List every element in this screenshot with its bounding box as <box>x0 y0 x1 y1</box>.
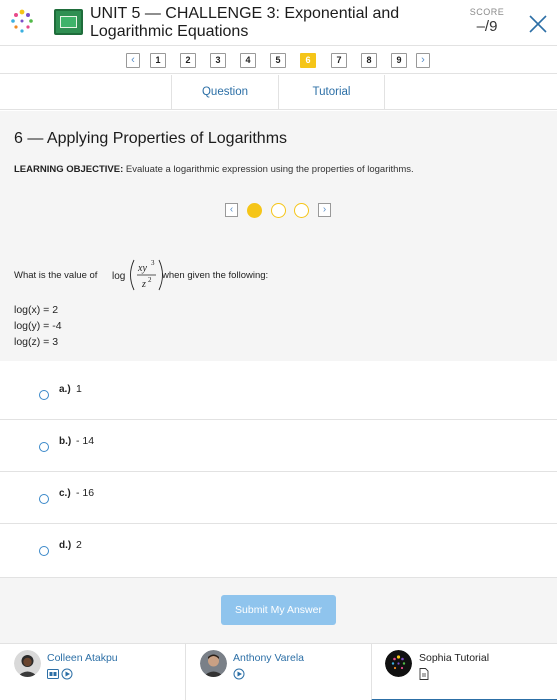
radio-b[interactable] <box>39 442 49 452</box>
given-log-y: log(y) = -4 <box>14 320 62 332</box>
prev-question-button[interactable]: ‹ <box>225 203 238 217</box>
avatar <box>200 650 227 677</box>
next-page-button[interactable]: › <box>416 53 430 68</box>
question-page-nav: ‹ 1 2 3 4 5 6 7 8 9 › <box>0 46 557 74</box>
unit-thumbnail <box>54 9 83 35</box>
question-dot-1[interactable] <box>247 203 262 218</box>
close-icon[interactable] <box>524 10 552 38</box>
play-icon <box>233 668 245 680</box>
tab-tutorial[interactable]: Tutorial <box>278 75 385 110</box>
radio-c[interactable] <box>39 494 49 504</box>
captions-play-icons <box>47 668 73 680</box>
prev-page-button[interactable]: ‹ <box>126 53 140 68</box>
tutor-colleen-atakpu[interactable]: Colleen Atakpu <box>0 644 185 700</box>
answer-option-b[interactable]: b.) - 14 <box>0 420 557 472</box>
tab-question[interactable]: Question <box>171 75 278 110</box>
denominator-exponent: 2 <box>148 276 152 284</box>
denominator-base: z <box>141 279 146 290</box>
numerator-base: xy <box>137 263 147 274</box>
log-function: log <box>112 271 125 282</box>
tutor-anthony-varela[interactable]: Anthony Varela <box>185 644 371 700</box>
sophia-avatar-icon <box>385 650 412 677</box>
answer-option-a[interactable]: a.) 1 <box>0 368 557 420</box>
avatar <box>14 650 41 677</box>
next-question-button[interactable]: › <box>318 203 331 217</box>
page-button-2[interactable]: 2 <box>180 53 196 68</box>
page-button-5[interactable]: 5 <box>270 53 286 68</box>
submit-answer-button[interactable]: Submit My Answer <box>221 595 336 625</box>
answer-option-c[interactable]: c.) - 16 <box>0 472 557 524</box>
sophia-logo-icon <box>11 9 33 33</box>
score-label: SCORE <box>469 7 505 17</box>
answer-option-d[interactable]: d.) 2 <box>0 524 557 577</box>
tutor-sophia-tutorial[interactable]: Sophia Tutorial <box>371 644 557 700</box>
header: UNIT 5 — CHALLENGE 3: Exponential and Lo… <box>0 0 557 46</box>
radio-d[interactable] <box>39 546 49 556</box>
question-heading: 6 — Applying Properties of Logarithms <box>14 130 288 147</box>
learning-objective: LEARNING OBJECTIVE: Evaluate a logarithm… <box>14 164 414 175</box>
question-dot-3[interactable] <box>294 203 309 218</box>
document-icon <box>419 668 429 680</box>
given-values: log(x) = 2 log(y) = -4 log(z) = 3 <box>14 302 62 350</box>
page-button-7[interactable]: 7 <box>331 53 347 68</box>
submit-bar: Submit My Answer <box>0 577 557 643</box>
page-button-6[interactable]: 6 <box>300 53 316 68</box>
page-button-8[interactable]: 8 <box>361 53 377 68</box>
radio-a[interactable] <box>39 390 49 400</box>
page-button-1[interactable]: 1 <box>150 53 166 68</box>
given-log-z: log(z) = 3 <box>14 336 59 348</box>
page-button-4[interactable]: 4 <box>240 53 256 68</box>
page-button-3[interactable]: 3 <box>210 53 226 68</box>
given-log-x: log(x) = 2 <box>14 304 59 316</box>
page-button-9[interactable]: 9 <box>391 53 407 68</box>
numerator-exponent: 3 <box>151 259 155 267</box>
tutor-bar: Colleen Atakpu Anthony Varela Sophia Tut… <box>0 643 557 700</box>
tab-bar: Question Tutorial <box>0 75 557 110</box>
question-dot-2[interactable] <box>271 203 286 218</box>
question-panel <box>0 111 557 361</box>
score-value: –/9 <box>476 18 498 35</box>
page-title: UNIT 5 — CHALLENGE 3: Exponential and Lo… <box>90 5 400 40</box>
